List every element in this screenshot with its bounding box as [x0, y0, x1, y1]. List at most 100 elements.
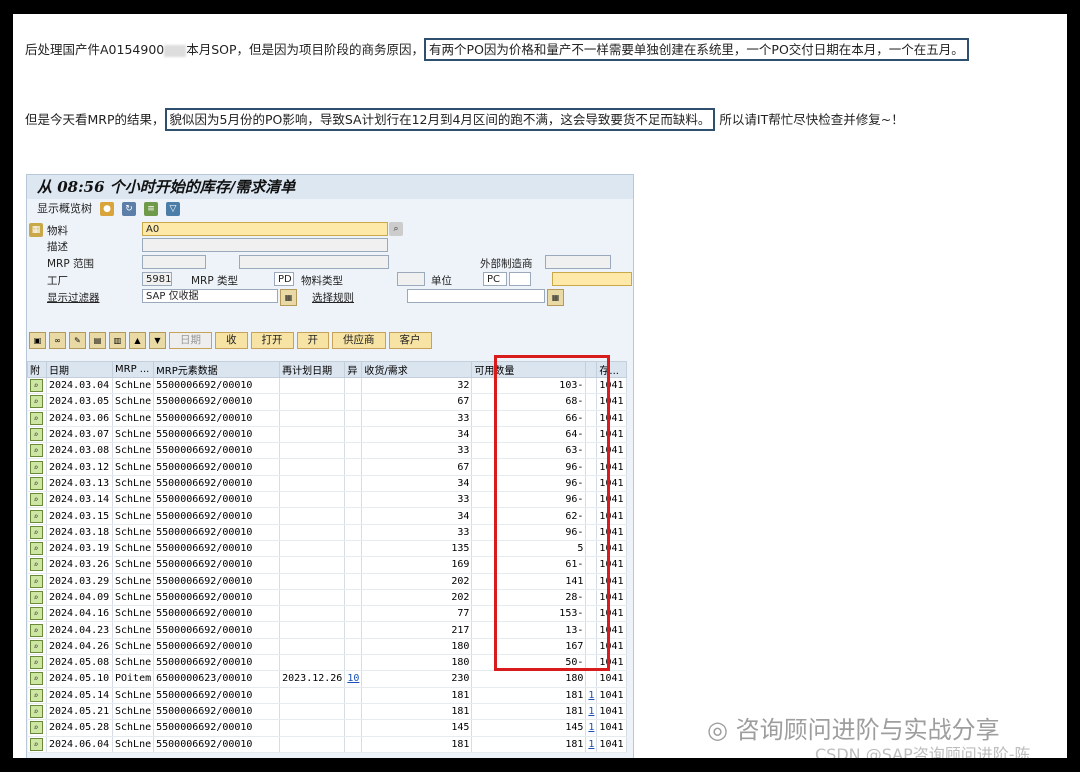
magnifier-icon[interactable]: ⌕ [29, 623, 43, 637]
magnifier-icon[interactable]: ⌕ [29, 607, 43, 621]
table-row[interactable]: ⌕ 2024.05.14 SchLne 5500006692/00010 181 181 1… [27, 687, 628, 704]
rule-config-icon[interactable]: ▦ [547, 289, 564, 306]
user-icon[interactable]: ● [100, 202, 114, 216]
magnifier-icon[interactable]: ⌕ [29, 509, 43, 523]
magnifier-icon[interactable]: ⌕ [29, 444, 43, 458]
table-row[interactable]: ⌕ 2024.03.04 SchLne 5500006692/00010 32 103- 1… [27, 377, 628, 395]
col-header-mrp[interactable]: MRP ... [111, 361, 155, 378]
table-row[interactable]: ⌕ 2024.04.16 SchLne 5500006692/00010 77 153- 1… [27, 605, 628, 623]
open-button[interactable]: 打开 [250, 331, 294, 349]
col-header-storage[interactable]: 存... [596, 361, 628, 378]
open2-button[interactable]: 开 [296, 331, 329, 349]
table-row[interactable]: ⌕ 2024.03.13 SchLne 5500006692/00010 34 96- 10… [27, 475, 628, 493]
edit-icon[interactable]: ✎ [69, 331, 86, 349]
customer-button[interactable]: 客户 [388, 331, 432, 349]
row-icon-cell[interactable]: ⌕ [27, 687, 47, 704]
table-row[interactable]: ⌕ 2024.03.08 SchLne 5500006692/00010 33 63- 10… [27, 442, 628, 460]
magnifier-icon[interactable]: ⌕ [29, 574, 43, 588]
table-row[interactable]: ⌕ 2024.03.07 SchLne 5500006692/00010 34 64- 10… [27, 426, 628, 444]
row-icon-cell[interactable]: ⌕ [27, 377, 47, 395]
row-icon-cell[interactable]: ⌕ [27, 556, 47, 574]
table-row[interactable]: ⌕ 2024.05.08 SchLne 5500006692/00010 180 50- 1… [27, 654, 628, 672]
show-overview-tree-button[interactable]: 显示概览树 [37, 199, 92, 219]
refresh-icon[interactable]: ↻ [122, 202, 136, 216]
table-row[interactable]: ⌕ 2024.05.28 SchLne 5500006692/00010 145 145 1… [27, 719, 628, 737]
row-icon-cell[interactable]: ⌕ [27, 426, 47, 444]
magnifier-icon[interactable]: ⌕ [29, 476, 43, 490]
table-row[interactable]: ⌕ 2024.03.29 SchLne 5500006692/00010 202 141 1… [27, 573, 628, 590]
magnifier-icon[interactable]: ⌕ [29, 591, 43, 604]
magnifier-icon[interactable]: ⌕ [29, 542, 43, 556]
row-icon-cell[interactable]: ⌕ [27, 410, 47, 427]
col-header-receipt[interactable]: 收货/需求 [361, 361, 473, 378]
rule-select[interactable] [407, 289, 545, 303]
magnifier-icon[interactable]: ⌕ [29, 428, 43, 442]
row-icon-cell[interactable]: ⌕ [27, 703, 47, 721]
filter-label[interactable]: 显示过滤器 [47, 290, 100, 305]
link-icon[interactable]: ∞ [49, 331, 66, 349]
sort-asc-icon[interactable]: ▲ [129, 331, 146, 349]
magnifier-icon[interactable]: ⌕ [29, 705, 43, 719]
col-header-attach[interactable]: 附 [27, 361, 47, 378]
group2-icon[interactable]: ▥ [109, 331, 126, 349]
magnifier-icon[interactable]: ⌕ [29, 411, 43, 425]
col-header-blank[interactable] [585, 361, 598, 378]
row-icon-cell[interactable]: ⌕ [27, 491, 47, 509]
table-row[interactable]: ⌕ 2024.03.26 SchLne 5500006692/00010 169 61- 1… [27, 556, 628, 574]
table-row[interactable]: ⌕ 2024.03.12 SchLne 5500006692/00010 67 96- 10… [27, 458, 628, 476]
info-field[interactable] [552, 272, 632, 286]
row-icon-cell[interactable]: ⌕ [27, 654, 47, 672]
table-row[interactable]: ⌕ 2024.03.15 SchLne 5500006692/00010 34 62- 10… [27, 507, 628, 525]
magnifier-icon[interactable]: ⌕ [29, 737, 43, 751]
row-icon-cell[interactable]: ⌕ [27, 540, 47, 558]
magnifier-icon[interactable]: ⌕ [29, 558, 43, 572]
magnifier-icon[interactable]: ⌕ [29, 460, 43, 474]
magnifier-icon[interactable]: ⌕ [29, 672, 43, 686]
table-row[interactable]: ⌕ 2024.04.09 SchLne 5500006692/00010 202 28- 1… [27, 589, 628, 607]
table-row[interactable]: ⌕ 2024.03.18 SchLne 5500006692/00010 33 96- 10… [27, 524, 628, 541]
row-icon-cell[interactable]: ⌕ [27, 442, 47, 460]
magnifier-icon[interactable]: ⌕ [29, 525, 43, 539]
table-row[interactable]: ⌕ 2024.03.05 SchLne 5500006692/00010 67 68- 10… [27, 393, 628, 411]
table-row[interactable]: ⌕ 2024.04.23 SchLne 5500006692/00010 217 13- 1… [27, 621, 628, 639]
row-icon-cell[interactable]: ⌕ [27, 670, 47, 688]
row-icon-cell[interactable]: ⌕ [27, 638, 47, 656]
magnifier-icon[interactable]: ⌕ [29, 688, 43, 702]
group-icon[interactable]: ▤ [89, 331, 106, 349]
row-icon-cell[interactable]: ⌕ [27, 458, 47, 476]
material-field[interactable]: A0 [142, 222, 388, 236]
rule-label[interactable]: 选择规则 [312, 290, 354, 305]
ext-mfr-field[interactable] [545, 255, 611, 269]
magnifier-icon[interactable]: ⌕ [29, 656, 43, 670]
collapse-icon[interactable]: ≡ [144, 202, 158, 216]
filter-config-icon[interactable]: ▦ [280, 289, 297, 306]
magnifier-icon[interactable]: ⌕ [29, 721, 43, 735]
supplier-button[interactable]: 供应商 [332, 331, 386, 349]
row-icon-cell[interactable]: ⌕ [27, 621, 47, 639]
row-icon-cell[interactable]: ⌕ [27, 393, 47, 411]
table-row[interactable]: ⌕ 2024.05.10 POitem 6500000623/00010 2023.12… [27, 670, 628, 688]
row-icon-cell[interactable]: ⌕ [27, 605, 47, 623]
table-row[interactable]: ⌕ 2024.06.04 SchLne 5500006692/00010 181 181 1… [27, 736, 628, 753]
magnifier-icon[interactable]: ⌕ [29, 639, 43, 653]
row-icon-cell[interactable]: ⌕ [27, 573, 47, 590]
col-header-available[interactable]: 可用数量 [471, 361, 587, 378]
filter-select[interactable]: SAP 仅收据 [142, 289, 278, 303]
search-icon[interactable]: ⌕ [389, 222, 403, 236]
date-button[interactable]: 日期 [169, 331, 212, 349]
receive-button[interactable]: 收 [215, 331, 248, 349]
table-row[interactable]: ⌕ 2024.03.06 SchLne 5500006692/00010 33 66- 10… [27, 410, 628, 427]
row-icon-cell[interactable]: ⌕ [27, 524, 47, 541]
col-header-replan[interactable]: 再计划日期 [279, 361, 346, 378]
expand-icon[interactable]: ▣ [29, 331, 46, 349]
sort-desc-icon[interactable]: ▼ [149, 331, 166, 349]
table-row[interactable]: ⌕ 2024.04.26 SchLne 5500006692/00010 180 167 1… [27, 638, 628, 656]
col-header-date[interactable]: 日期 [46, 361, 113, 378]
filter-icon[interactable]: ▽ [166, 202, 180, 216]
magnifier-icon[interactable]: ⌕ [29, 395, 43, 409]
table-row[interactable]: ⌕ 2024.05.21 SchLne 5500006692/00010 181 181 1… [27, 703, 628, 721]
row-icon-cell[interactable]: ⌕ [27, 736, 47, 753]
row-icon-cell[interactable]: ⌕ [27, 589, 47, 607]
table-row[interactable]: ⌕ 2024.03.19 SchLne 5500006692/00010 135 5 104… [27, 540, 628, 558]
magnifier-icon[interactable]: ⌕ [29, 379, 43, 393]
